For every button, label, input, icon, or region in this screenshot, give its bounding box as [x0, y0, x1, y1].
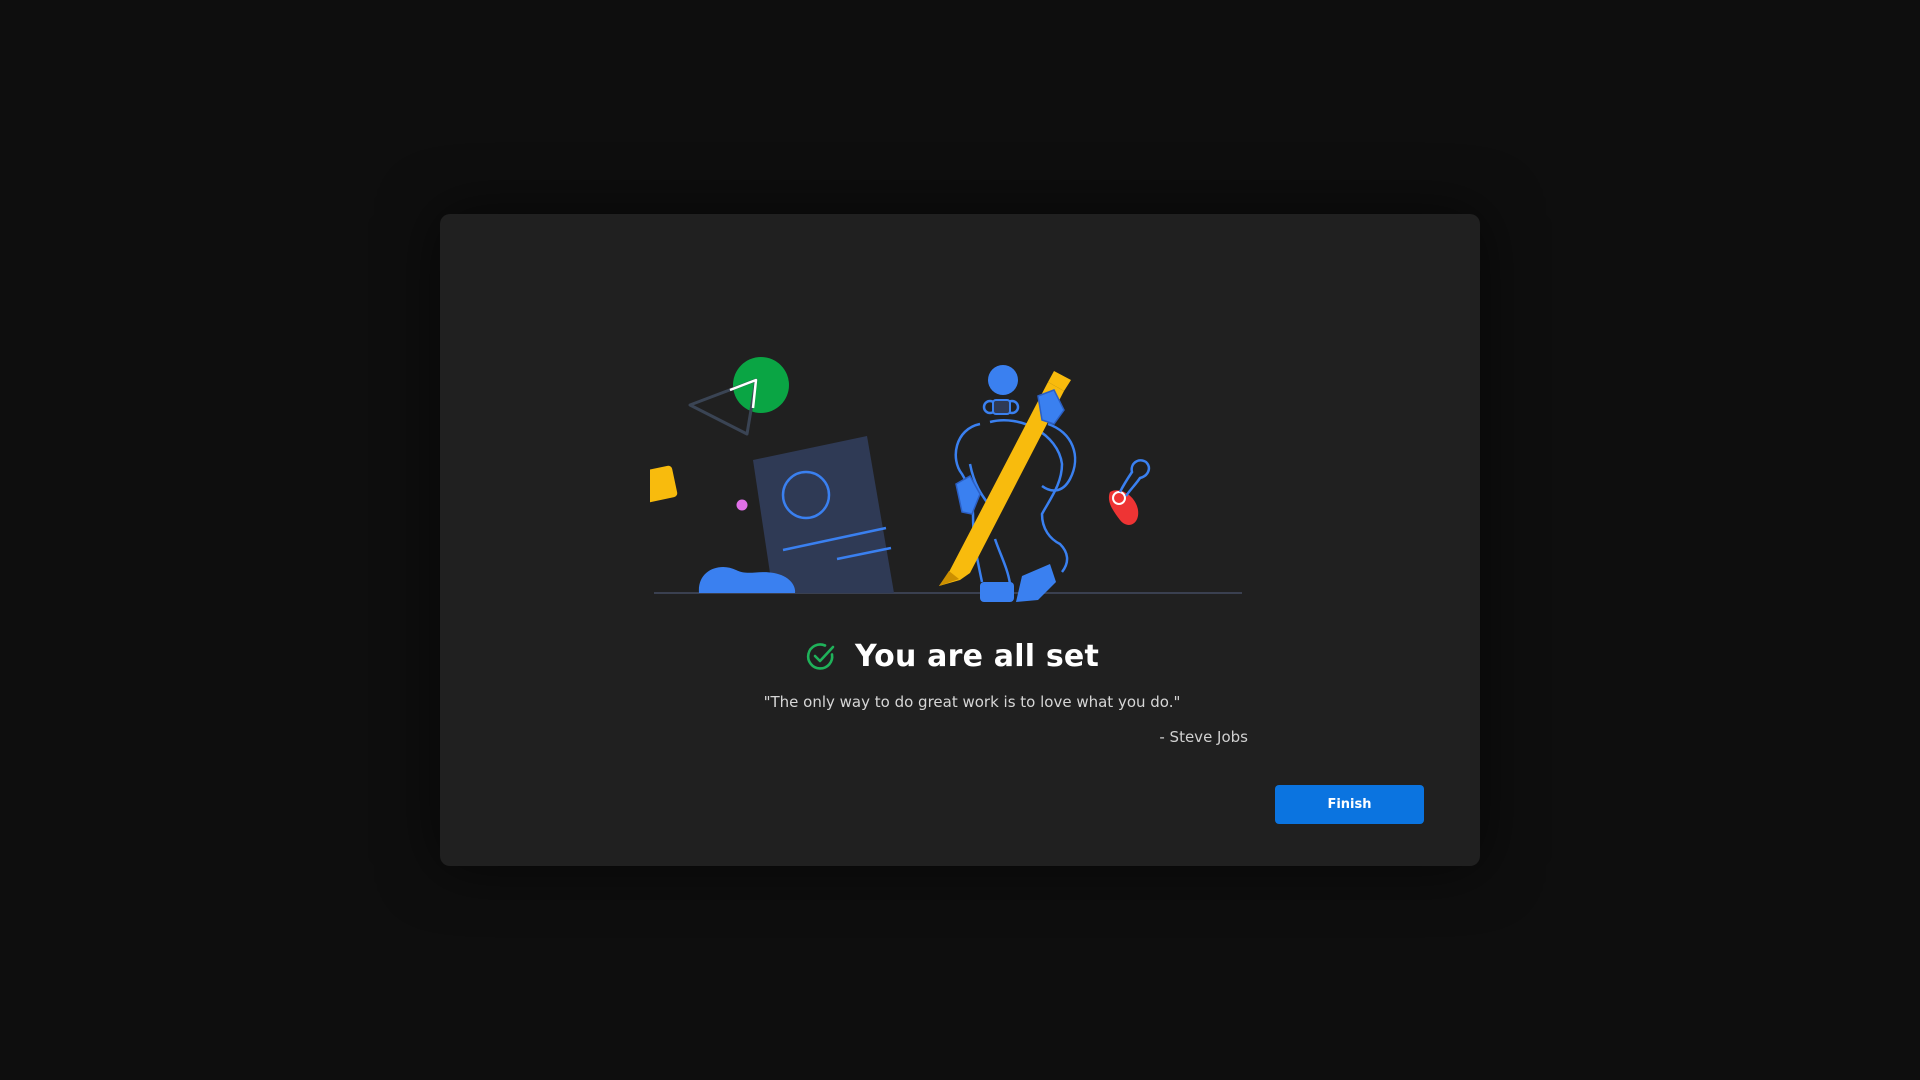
person-with-pencil-illustration	[650, 357, 1242, 602]
quote-author: - Steve Jobs	[1159, 728, 1248, 746]
dialog-title: You are all set	[854, 638, 1099, 674]
finish-button[interactable]: Finish	[1275, 785, 1424, 824]
check-circle-icon	[806, 643, 835, 670]
completion-dialog: You are all set "The only way to do grea…	[440, 214, 1480, 866]
quote-text: "The only way to do great work is to lov…	[763, 693, 1181, 711]
title-row: You are all set	[440, 632, 1480, 680]
